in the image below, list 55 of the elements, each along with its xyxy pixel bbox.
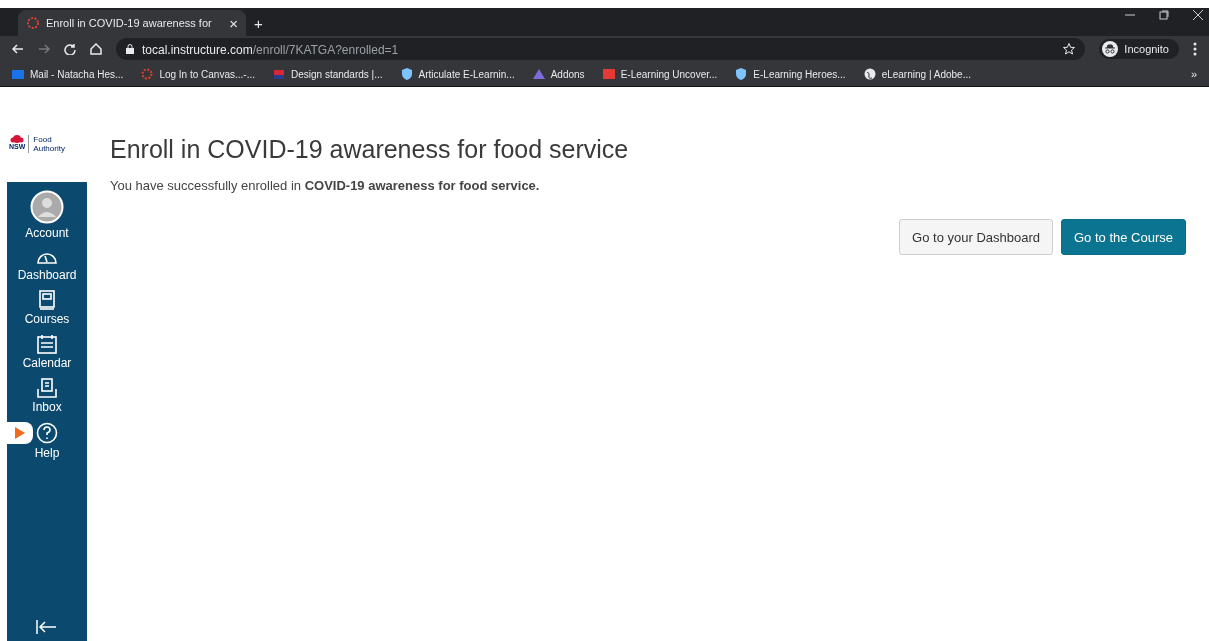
inbox-icon [37, 378, 57, 398]
ring-icon [141, 68, 154, 80]
nav-item[interactable]: Dashboard [17, 248, 77, 282]
nav-item[interactable]: Help [34, 422, 60, 460]
shield-icon [400, 68, 413, 80]
flag-icon [273, 68, 285, 80]
bookmark-link[interactable]: Mail - Natacha Hes... [30, 68, 124, 80]
address-bar[interactable]: tocal.instructure.com/enroll/7KATGA?enrolled=1 [116, 38, 1086, 60]
avatar-icon [30, 190, 64, 224]
collapse-icon[interactable] [35, 619, 57, 635]
home-icon[interactable] [90, 43, 102, 55]
primary-button[interactable]: Go to the Course [1061, 219, 1186, 255]
play-icon [15, 427, 25, 439]
forward-icon[interactable] [38, 43, 50, 55]
nav-item[interactable]: Courses [24, 290, 70, 326]
more-bookmarks-button[interactable]: » [1190, 68, 1197, 80]
nav-item[interactable]: Account [25, 190, 69, 240]
shield-icon [735, 68, 748, 80]
url-host: tocal.instructure.com [142, 43, 253, 57]
help-icon [36, 422, 58, 444]
nav-item[interactable]: Calendar [22, 334, 72, 370]
page-title: Enroll in COVID-19 awareness for food service [110, 135, 630, 164]
calendar-icon [37, 334, 57, 354]
browser-tab[interactable]: Enroll in COVID-19 awareness for × [18, 10, 246, 36]
bookmark-link[interactable]: E-Learning Uncover... [620, 68, 718, 80]
restore-icon[interactable] [1159, 10, 1169, 20]
book-icon [38, 290, 56, 310]
triangle-icon [532, 68, 545, 80]
more-icon[interactable] [1193, 42, 1197, 56]
nav-item[interactable]: Inbox [32, 378, 62, 414]
enrollment-message: You have successfully enrolled in COVID-19 awareness for food service. [110, 178, 541, 193]
url-path: /enroll/7KATGA?enrolled=1 [252, 43, 399, 57]
bookmark-link[interactable]: eLearning | Adobe... [881, 68, 971, 80]
tab-title: Enroll in COVID-19 awareness for [46, 17, 213, 29]
close-icon[interactable] [1193, 10, 1203, 20]
profile-button[interactable]: Incognito [1099, 39, 1179, 59]
ring-icon [26, 16, 40, 30]
back-icon[interactable] [12, 43, 24, 55]
waratah-icon [10, 135, 25, 143]
star-icon[interactable] [1063, 43, 1076, 55]
logo-text: Authority [33, 144, 65, 153]
bookmark-favicon [602, 68, 615, 80]
incognito-icon [1102, 41, 1119, 57]
secondary-button[interactable]: Go to your Dashboard [899, 219, 1053, 255]
bookmark-link[interactable]: Addons [550, 68, 585, 80]
new-tab-button[interactable]: + [254, 15, 263, 36]
bookmark-link[interactable]: Design standards |... [291, 68, 383, 80]
lock-icon [126, 44, 134, 54]
reload-icon[interactable] [64, 43, 76, 55]
tab-close-button[interactable]: × [229, 14, 238, 32]
logo-text: Food [33, 135, 53, 144]
bookmark-link[interactable]: E-Learning Heroes... [753, 68, 846, 80]
play-button[interactable] [7, 422, 33, 444]
bookmark-link[interactable]: Articulate E-Learnin... [418, 68, 515, 80]
bookmark-link[interactable]: Log In to Canvas...-... [159, 68, 255, 80]
